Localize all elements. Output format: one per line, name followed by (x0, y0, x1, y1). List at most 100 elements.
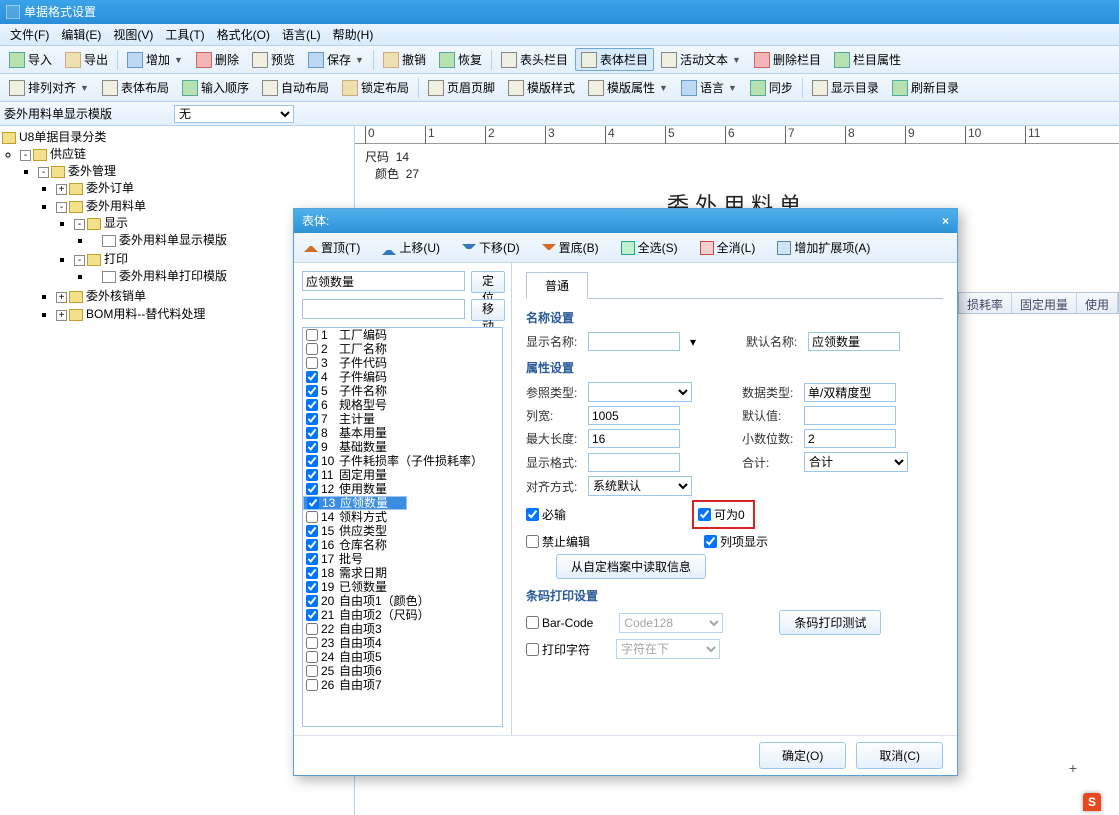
displayformat-input[interactable] (588, 453, 680, 472)
list-item-checkbox[interactable] (306, 553, 318, 565)
list-item[interactable]: 18需求日期 (303, 566, 502, 580)
chevron-down-icon[interactable]: ▾ (690, 335, 696, 349)
defaultvalue-input[interactable] (804, 406, 896, 425)
list-item[interactable]: 22自由项3 (303, 622, 502, 636)
list-item[interactable]: 26自由项7 (303, 678, 502, 692)
import-button[interactable]: 导入 (3, 48, 58, 71)
move-top-button[interactable]: 置顶(T) (300, 237, 364, 258)
moveto-input[interactable] (302, 299, 465, 319)
select-all-button[interactable]: 全选(S) (617, 237, 682, 258)
tree-node[interactable]: BOM用料--替代料处理 (86, 307, 205, 321)
list-item[interactable]: 7主计量 (303, 412, 502, 426)
default-name-input[interactable] (808, 332, 900, 351)
list-item-checkbox[interactable] (306, 623, 318, 635)
reftype-select[interactable] (588, 382, 692, 402)
list-item-checkbox[interactable] (306, 427, 318, 439)
tree-node[interactable]: 供应链 (50, 147, 86, 161)
list-item[interactable]: 10子件耗损率（子件损耗率） (303, 454, 502, 468)
barcode-test-button[interactable]: 条码打印测试 (779, 610, 881, 635)
search-input[interactable] (302, 271, 465, 291)
list-item[interactable]: 16仓库名称 (303, 538, 502, 552)
add-button[interactable]: 增加▼ (121, 48, 189, 71)
add-extension-button[interactable]: 增加扩展项(A) (773, 237, 874, 258)
list-item[interactable]: 12使用数量 (303, 482, 502, 496)
list-item[interactable]: 13应领数量 (303, 496, 407, 510)
undo-button[interactable]: 撤销 (377, 48, 432, 71)
barcode-checkbox[interactable]: Bar-Code (526, 616, 593, 630)
tplstyle-button[interactable]: 模版样式 (502, 76, 581, 99)
tree-toggle[interactable]: - (20, 150, 31, 161)
list-item[interactable]: 24自由项5 (303, 650, 502, 664)
menu-help[interactable]: 帮助(H) (327, 24, 380, 45)
decimals-input[interactable] (804, 429, 896, 448)
preview-button[interactable]: 预览 (246, 48, 301, 71)
list-item[interactable]: 2工厂名称 (303, 342, 502, 356)
list-item-checkbox[interactable] (306, 539, 318, 551)
list-item[interactable]: 6规格型号 (303, 398, 502, 412)
list-item-checkbox[interactable] (306, 665, 318, 677)
list-item[interactable]: 23自由项4 (303, 636, 502, 650)
menu-tool[interactable]: 工具(T) (159, 24, 210, 45)
list-item-checkbox[interactable] (306, 581, 318, 593)
close-icon[interactable]: × (942, 209, 949, 233)
locklayout-button[interactable]: 锁定布局 (336, 76, 415, 99)
move-down-button[interactable]: 下移(D) (458, 237, 524, 258)
list-item-checkbox[interactable] (306, 469, 318, 481)
align-select[interactable]: 系统默认 (588, 476, 692, 496)
readonly-checkbox[interactable]: 禁止编辑 (526, 533, 590, 550)
display-name-input[interactable] (588, 332, 680, 351)
list-item[interactable]: 11固定用量 (303, 468, 502, 482)
showdir-button[interactable]: 显示目录 (806, 76, 885, 99)
list-item[interactable]: 9基础数量 (303, 440, 502, 454)
headcol-button[interactable]: 表头栏目 (495, 48, 574, 71)
colshow-checkbox[interactable]: 列项显示 (704, 533, 768, 550)
allow-zero-checkbox[interactable]: 可为0 (698, 506, 745, 523)
autolayout-button[interactable]: 自动布局 (256, 76, 335, 99)
list-item-checkbox[interactable] (306, 343, 318, 355)
tree-leaf[interactable]: 委外用料单显示模版 (119, 233, 227, 247)
list-item-checkbox[interactable] (306, 413, 318, 425)
list-item-checkbox[interactable] (306, 651, 318, 663)
dialog-titlebar[interactable]: 表体: × (294, 209, 957, 233)
maxlen-input[interactable] (588, 429, 680, 448)
total-select[interactable]: 合计 (804, 452, 908, 472)
list-item-checkbox[interactable] (306, 595, 318, 607)
activetext-button[interactable]: 活动文本▼ (655, 48, 747, 71)
bodycol-button[interactable]: 表体栏目 (575, 48, 654, 71)
ok-button[interactable]: 确定(O) (759, 742, 846, 769)
list-item[interactable]: 17批号 (303, 552, 502, 566)
tree-node[interactable]: 委外核销单 (86, 289, 146, 303)
list-item-checkbox[interactable] (306, 525, 318, 537)
menu-edit[interactable]: 编辑(E) (55, 24, 107, 45)
pagehdr-button[interactable]: 页眉页脚 (422, 76, 501, 99)
list-item-checkbox[interactable] (306, 371, 318, 383)
move-up-button[interactable]: 上移(U) (378, 237, 444, 258)
list-item[interactable]: 15供应类型 (303, 524, 502, 538)
list-item-checkbox[interactable] (306, 511, 318, 523)
delcol-button[interactable]: 删除栏目 (748, 48, 827, 71)
list-item[interactable]: 3子件代码 (303, 356, 502, 370)
list-item-checkbox[interactable] (306, 679, 318, 691)
colprop-button[interactable]: 栏目属性 (828, 48, 907, 71)
locate-button[interactable]: 定位 (471, 271, 505, 293)
list-item[interactable]: 4子件编码 (303, 370, 502, 384)
refreshdir-button[interactable]: 刷新目录 (886, 76, 965, 99)
add-column-icon[interactable]: + (1069, 760, 1077, 776)
column-listbox[interactable]: 1工厂编码2工厂名称3子件代码4子件编码5子件名称6规格型号7主计量8基本用量9… (302, 327, 503, 727)
list-item-checkbox[interactable] (306, 441, 318, 453)
inputorder-button[interactable]: 输入顺序 (176, 76, 255, 99)
list-item-checkbox[interactable] (306, 399, 318, 411)
list-item[interactable]: 25自由项6 (303, 664, 502, 678)
tree-node[interactable]: 委外管理 (68, 164, 116, 178)
list-item[interactable]: 14领料方式 (303, 510, 502, 524)
tree-node[interactable]: 打印 (104, 252, 128, 266)
list-item-checkbox[interactable] (306, 455, 318, 467)
redo-button[interactable]: 恢复 (433, 48, 488, 71)
list-item[interactable]: 8基本用量 (303, 426, 502, 440)
menu-view[interactable]: 视图(V) (107, 24, 159, 45)
language-button[interactable]: 语言▼ (675, 76, 743, 99)
list-item-checkbox[interactable] (306, 637, 318, 649)
delete-button[interactable]: 删除 (190, 48, 245, 71)
tplprop-button[interactable]: 模版属性▼ (582, 76, 674, 99)
list-item[interactable]: 21自由项2（尺码） (303, 608, 502, 622)
